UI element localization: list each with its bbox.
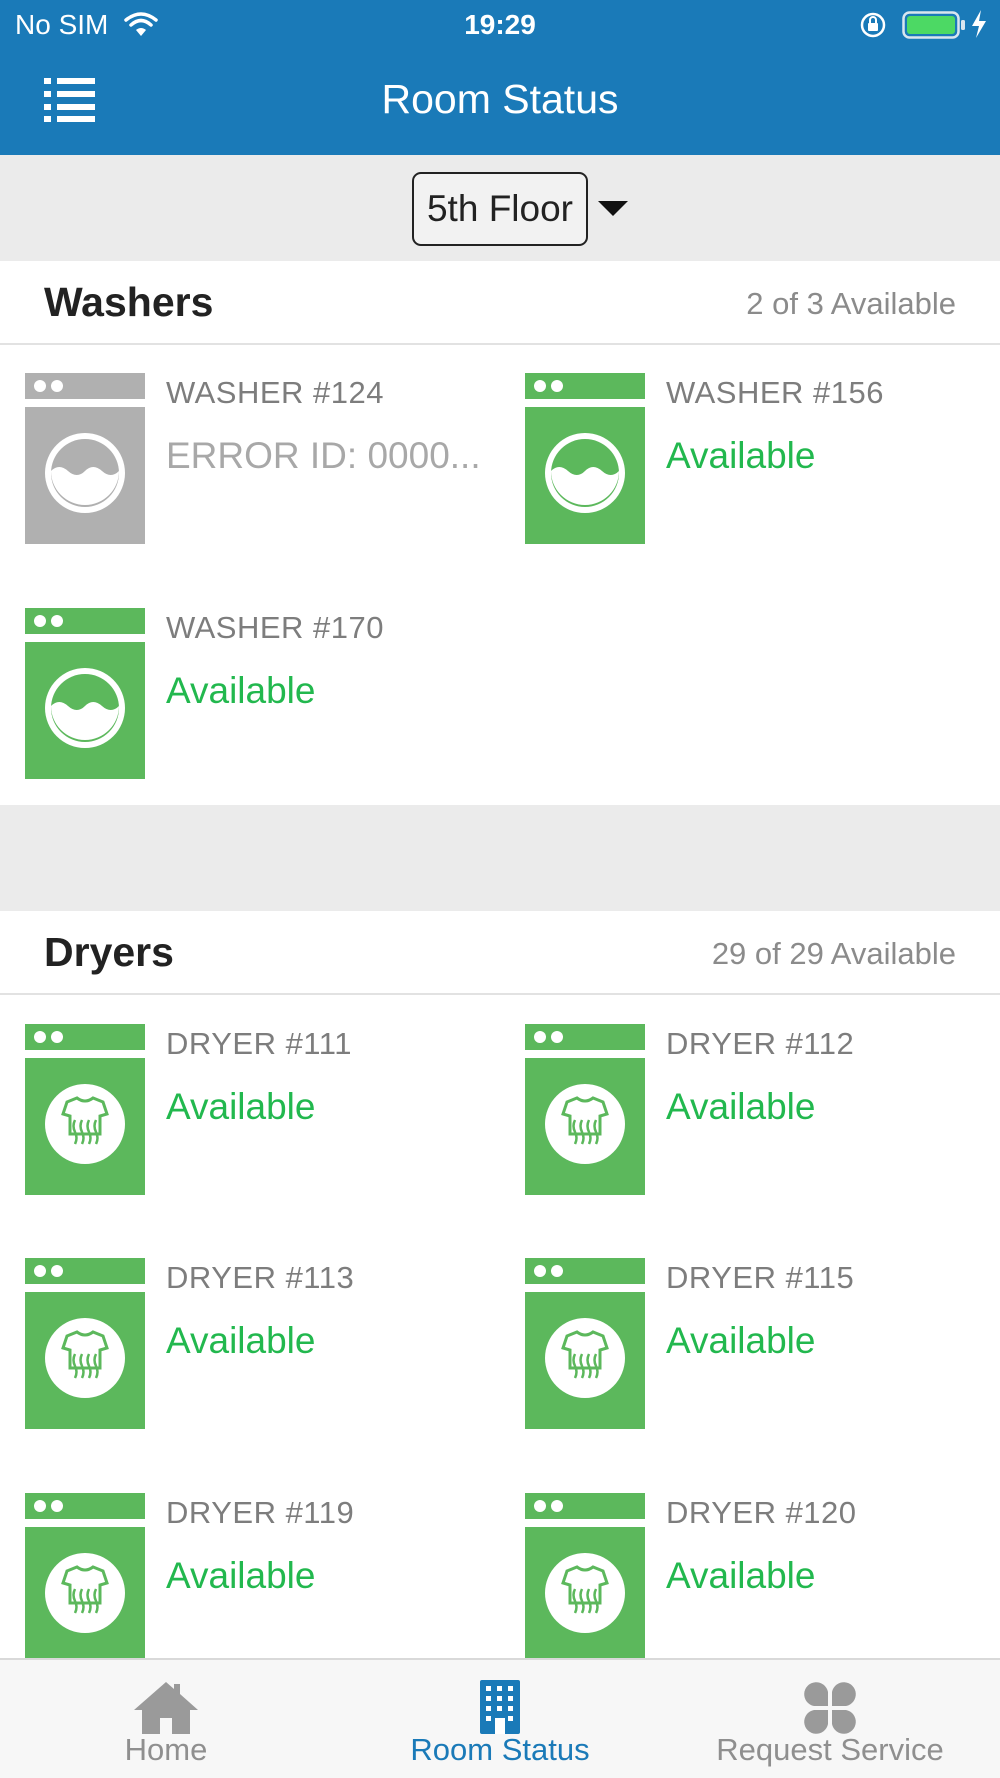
page-title: Room Status <box>381 76 619 122</box>
machine-status: Available <box>666 435 816 476</box>
section-divider <box>0 805 1000 911</box>
machine-name: DRYER #119 <box>166 1495 355 1530</box>
machine-name: WASHER #156 <box>666 375 884 410</box>
floor-select[interactable]: 5th Floor <box>412 172 588 246</box>
dryer-card[interactable]: DRYER #115 Available <box>525 1258 1000 1438</box>
tab-label: Home <box>124 1732 208 1767</box>
washer-card[interactable]: WASHER #156 Available <box>525 373 1000 553</box>
machine-status: Available <box>666 1555 816 1596</box>
tab-label: Request Service <box>716 1732 944 1767</box>
caret-down-icon[interactable] <box>598 201 628 216</box>
dryer-icon <box>525 1024 645 1195</box>
charging-icon <box>972 10 986 38</box>
dryer-icon <box>525 1258 645 1429</box>
machine-status: Available <box>166 1555 316 1596</box>
washers-section-header: Washers 2 of 3 Available <box>0 261 1000 345</box>
list-menu-icon <box>44 78 95 122</box>
menu-button[interactable] <box>44 76 98 122</box>
washer-card[interactable]: WASHER #124 ERROR ID: 0000... <box>25 373 505 553</box>
dryers-availability: 29 of 29 Available <box>711 936 956 971</box>
dryer-card[interactable]: DRYER #119 Available <box>25 1493 505 1673</box>
machine-name: DRYER #113 <box>166 1260 355 1295</box>
washer-icon <box>25 373 145 544</box>
machine-name: WASHER #170 <box>166 610 384 645</box>
tab-label: Room Status <box>410 1732 590 1767</box>
dryer-icon <box>525 1493 645 1664</box>
dryers-title: Dryers <box>44 929 174 975</box>
home-icon <box>134 1682 198 1734</box>
dryer-icon <box>25 1258 145 1429</box>
machine-status: Available <box>666 1320 816 1361</box>
status-bar: No SIM 19:29 <box>0 0 1000 50</box>
building-icon <box>480 1680 520 1734</box>
washer-icon <box>25 608 145 779</box>
carrier-label: No SIM <box>15 9 109 40</box>
dryer-card[interactable]: DRYER #111 Available <box>25 1024 505 1204</box>
machine-name: DRYER #112 <box>666 1026 855 1061</box>
dryer-card[interactable]: DRYER #120 Available <box>525 1493 1000 1673</box>
dryers-section-header: Dryers 29 of 29 Available <box>0 911 1000 995</box>
floor-selector-bar: 5th Floor <box>0 155 1000 261</box>
bottom-tab-bar: Home Room Status Request Service <box>0 1658 1000 1778</box>
washers-availability: 2 of 3 Available <box>746 286 956 321</box>
app-header: No SIM 19:29 Room Status <box>0 0 1000 155</box>
wifi-icon <box>124 12 158 36</box>
machine-status: Available <box>166 1320 316 1361</box>
tab-home[interactable]: Home <box>66 1660 266 1778</box>
machine-name: DRYER #120 <box>666 1495 857 1530</box>
machine-status: Available <box>166 1086 316 1127</box>
rotation-lock-icon <box>860 12 886 38</box>
washers-title: Washers <box>44 279 214 325</box>
washer-card[interactable]: WASHER #170 Available <box>25 608 505 788</box>
dryer-icon <box>25 1024 145 1195</box>
tab-room-status[interactable]: Room Status <box>380 1660 620 1778</box>
machine-status: ERROR ID: 0000... <box>166 435 481 476</box>
machine-status: Available <box>166 670 316 711</box>
machine-name: DRYER #111 <box>166 1026 352 1061</box>
machine-name: DRYER #115 <box>666 1260 855 1295</box>
tab-request-service[interactable]: Request Service <box>700 1660 960 1778</box>
dryer-card[interactable]: DRYER #112 Available <box>525 1024 1000 1204</box>
dryer-icon <box>25 1493 145 1664</box>
battery-icon <box>902 11 965 39</box>
machine-name: WASHER #124 <box>166 375 384 410</box>
machine-status: Available <box>666 1086 816 1127</box>
washer-icon <box>525 373 645 544</box>
four-petal-icon <box>804 1682 856 1734</box>
dryer-card[interactable]: DRYER #113 Available <box>25 1258 505 1438</box>
